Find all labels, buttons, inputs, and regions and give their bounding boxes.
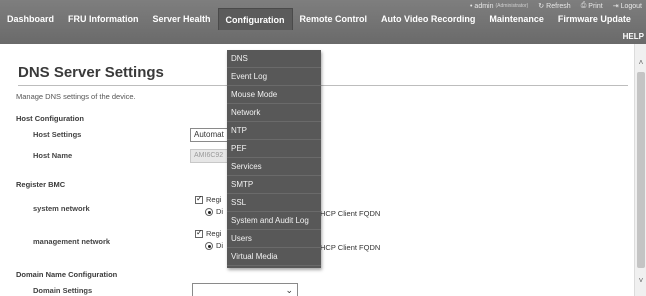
nav-dashboard[interactable]: Dashboard (0, 8, 61, 30)
nav-maintenance[interactable]: Maintenance (482, 8, 551, 30)
nav-auto-video-recording[interactable]: Auto Video Recording (374, 8, 482, 30)
host-name-value: AMI6C92 (194, 152, 224, 159)
host-settings-value: Automat (194, 130, 224, 139)
main-nav: Dashboard FRU Information Server Health … (0, 8, 646, 30)
system-network-register-label: Regi (206, 195, 222, 204)
menu-item-dns[interactable]: DNS (227, 50, 321, 68)
system-network-dhcp-radio[interactable] (205, 207, 213, 216)
management-network-dhcp-option-row: Di (205, 241, 223, 250)
menu-item-ntp[interactable]: NTP (227, 122, 321, 140)
system-network-register-checkbox-row: Regi (195, 194, 222, 204)
chevron-down-icon: ⌄ (285, 285, 293, 295)
system-network-dhcp-option-row: Di (205, 207, 223, 216)
host-name-label: Host Name (33, 151, 73, 160)
menu-item-pef[interactable]: PEF (227, 140, 321, 158)
system-network-option-suffix: HCP Client FQDN (320, 209, 381, 218)
title-divider (18, 85, 628, 86)
management-network-option-suffix: HCP Client FQDN (320, 243, 381, 252)
help-link[interactable]: HELP (623, 32, 644, 41)
section-host-configuration: Host Configuration (16, 114, 84, 123)
menu-item-smtp[interactable]: SMTP (227, 176, 321, 194)
menu-item-users[interactable]: Users (227, 230, 321, 248)
host-settings-label: Host Settings (33, 130, 82, 139)
domain-settings-select[interactable]: ⌄ (192, 283, 298, 296)
nav-firmware-update[interactable]: Firmware Update (551, 8, 638, 30)
scroll-down-arrow-icon[interactable]: ˅ (635, 276, 646, 285)
menu-item-network[interactable]: Network (227, 104, 321, 122)
nav-server-health[interactable]: Server Health (146, 8, 218, 30)
management-network-option-suffix-row: HCP Client FQDN (320, 243, 380, 252)
menu-item-event-log[interactable]: Event Log (227, 68, 321, 86)
system-network-register-checkbox[interactable] (195, 194, 203, 204)
menu-item-services[interactable]: Services (227, 158, 321, 176)
section-register-bmc: Register BMC (16, 180, 66, 189)
nav-remote-control[interactable]: Remote Control (293, 8, 375, 30)
menu-item-ssl[interactable]: SSL (227, 194, 321, 212)
top-navigation-bar: • admin (Administrator) ↻ Refresh ⎙ Print… (0, 0, 646, 44)
system-network-option-prefix: Di (216, 207, 224, 216)
management-network-register-checkbox-row: Regi (195, 228, 222, 238)
system-network-option-suffix-row: HCP Client FQDN (320, 209, 380, 218)
scrollbar-thumb[interactable] (637, 72, 645, 268)
menu-item-virtual-media[interactable]: Virtual Media (227, 248, 321, 266)
nav-configuration[interactable]: Configuration (217, 8, 293, 30)
menu-item-system-audit-log[interactable]: System and Audit Log (227, 212, 321, 230)
configuration-dropdown-menu: DNS Event Log Mouse Mode Network NTP PEF… (227, 50, 321, 268)
vertical-scrollbar[interactable]: ˄ ˅ (634, 44, 646, 296)
management-network-register-checkbox[interactable] (195, 228, 203, 238)
domain-settings-label: Domain Settings (33, 286, 93, 295)
management-network-label: management network (33, 237, 111, 246)
management-network-register-label: Regi (206, 229, 222, 238)
page-description: Manage DNS settings of the device. (16, 92, 136, 101)
page-title: DNS Server Settings (18, 64, 164, 81)
nav-fru-information[interactable]: FRU Information (61, 8, 146, 30)
management-network-option-prefix: Di (216, 241, 224, 250)
system-network-label: system network (33, 204, 90, 213)
section-domain-name-configuration: Domain Name Configuration (16, 270, 118, 279)
menu-item-mouse-mode[interactable]: Mouse Mode (227, 86, 321, 104)
management-network-dhcp-radio[interactable] (205, 241, 213, 250)
scroll-up-arrow-icon[interactable]: ˄ (635, 58, 646, 67)
